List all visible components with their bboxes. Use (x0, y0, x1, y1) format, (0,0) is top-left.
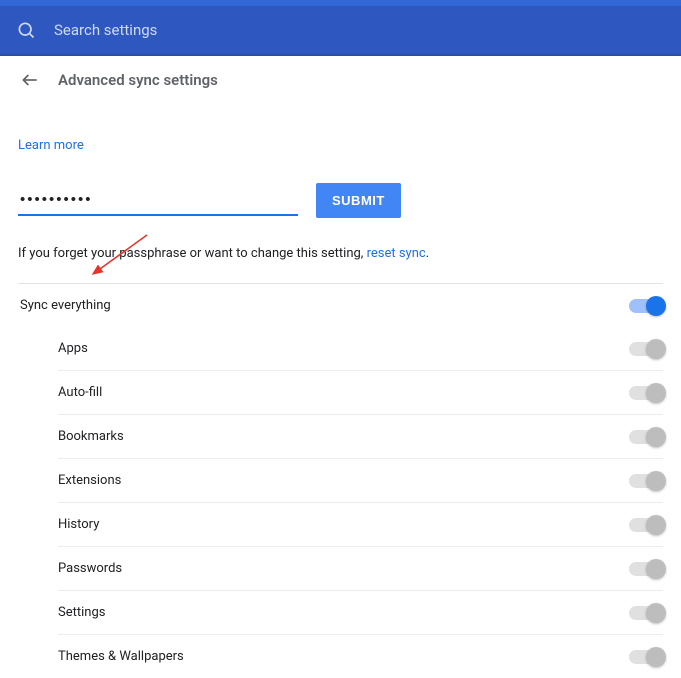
reset-sync-link[interactable]: reset sync (367, 246, 426, 261)
sync-item-toggle[interactable] (629, 606, 663, 620)
helper-suffix: . (426, 246, 429, 261)
sync-item-toggle[interactable] (629, 430, 663, 444)
sync-everything-row: Sync everything (18, 283, 663, 327)
sync-everything-toggle[interactable] (629, 299, 663, 313)
search-placeholder: Search settings (54, 21, 157, 39)
sync-item-toggle[interactable] (629, 518, 663, 532)
sync-item-row: History (58, 503, 663, 547)
sync-item-row: Extensions (58, 459, 663, 503)
sync-items-list: Apps Auto-fill Bookmarks Extensions History P… (18, 327, 663, 678)
search-bar[interactable]: Search settings (0, 0, 681, 56)
sync-item-row: Themes & Wallpapers (58, 635, 663, 678)
sync-item-row: Settings (58, 591, 663, 635)
sync-item-label: Auto-fill (58, 385, 102, 400)
sync-item-label: Extensions (58, 473, 121, 488)
sync-item-label: Settings (58, 605, 105, 620)
sync-item-toggle[interactable] (629, 562, 663, 576)
page-header: Advanced sync settings (0, 56, 681, 98)
sync-item-row: Auto-fill (58, 371, 663, 415)
sync-item-toggle[interactable] (629, 474, 663, 488)
sync-item-label: Apps (58, 341, 88, 356)
page-title: Advanced sync settings (58, 71, 218, 89)
helper-prefix: If you forget your passphrase or want to… (18, 246, 367, 261)
sync-everything-label: Sync everything (20, 298, 111, 313)
back-button[interactable] (20, 70, 40, 90)
sync-item-label: Bookmarks (58, 429, 124, 444)
submit-button[interactable]: SUBMIT (316, 183, 401, 218)
sync-item-label: Passwords (58, 561, 122, 576)
search-icon (16, 20, 36, 40)
sync-item-row: Passwords (58, 547, 663, 591)
sync-item-row: Apps (58, 327, 663, 371)
sync-item-toggle[interactable] (629, 386, 663, 400)
sync-item-toggle[interactable] (629, 342, 663, 356)
sync-item-row: Bookmarks (58, 415, 663, 459)
sync-item-toggle[interactable] (629, 650, 663, 664)
passphrase-input[interactable] (18, 185, 298, 216)
learn-more-link[interactable]: Learn more (18, 138, 84, 153)
helper-text: If you forget your passphrase or want to… (18, 246, 663, 261)
sync-item-label: History (58, 517, 99, 532)
